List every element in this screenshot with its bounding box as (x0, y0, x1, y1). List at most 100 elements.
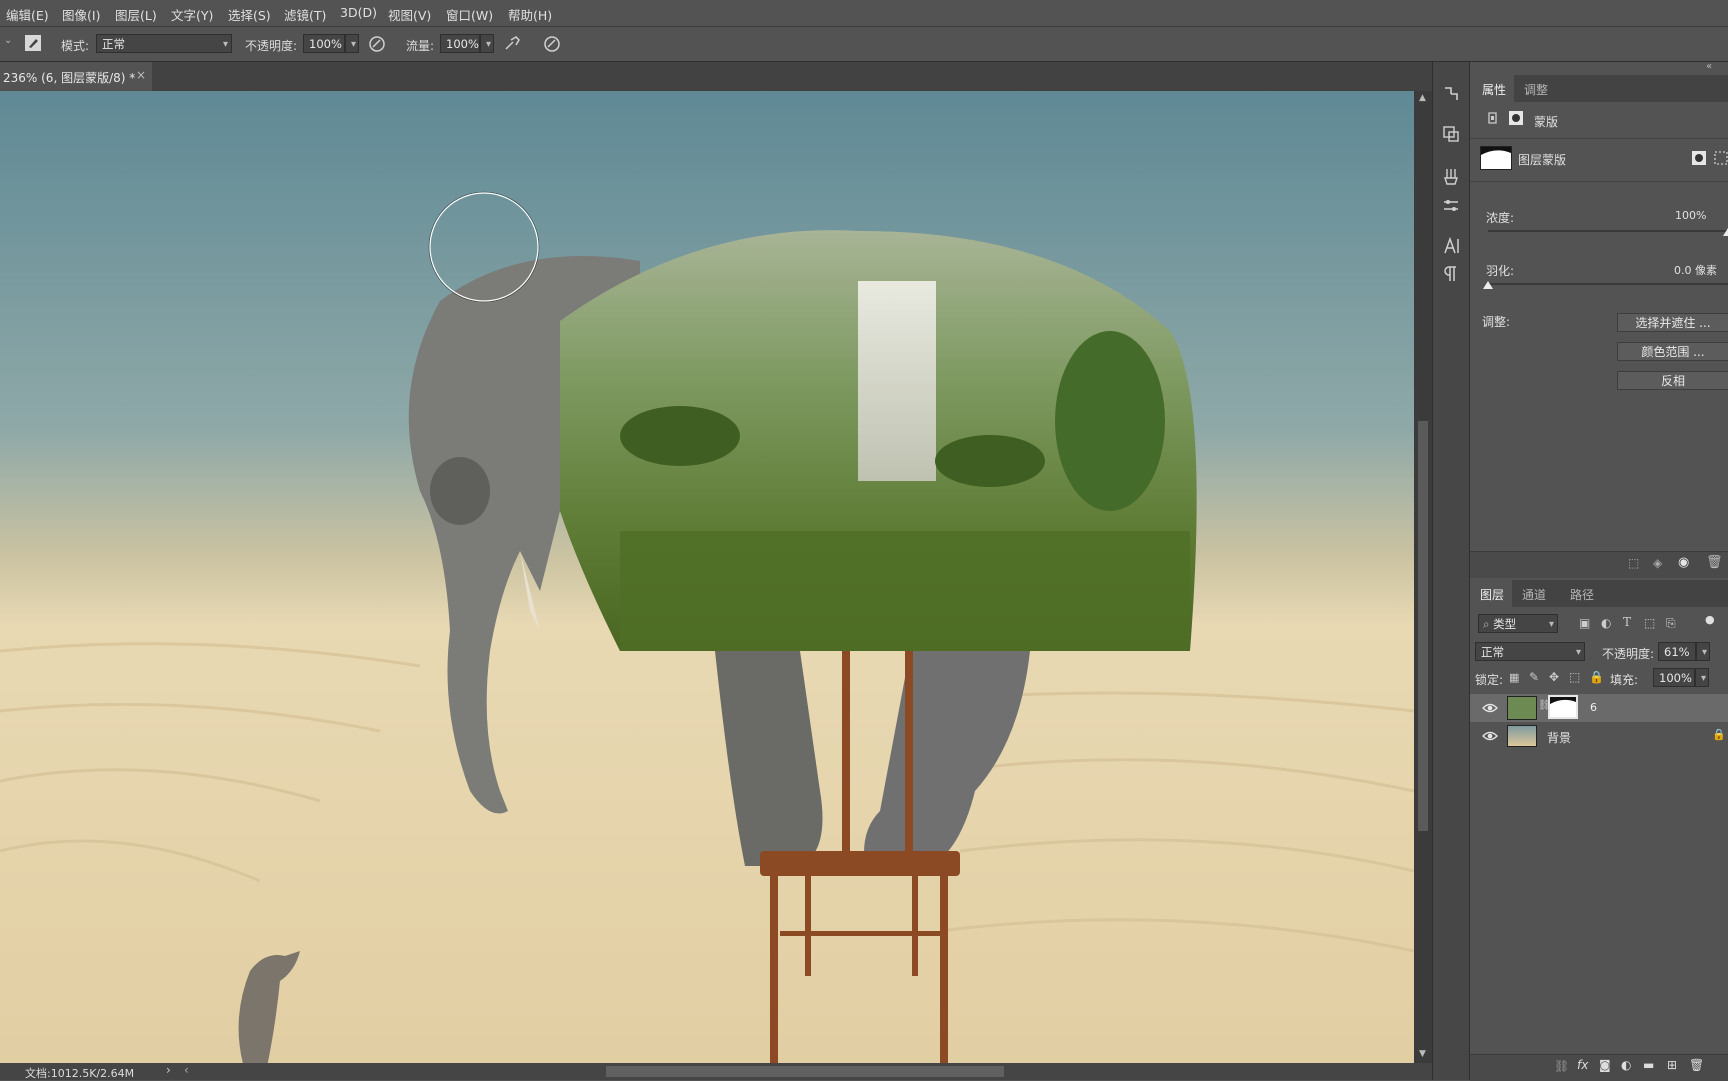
pressure-size-icon[interactable] (543, 35, 561, 53)
menu-layer[interactable]: 图层(L) (115, 5, 157, 24)
feather-slider[interactable] (1488, 283, 1728, 285)
delete-layer-icon[interactable]: 🗑 (1689, 1058, 1704, 1072)
document-tab-bar (0, 62, 1432, 91)
pixel-mask-icon[interactable] (1486, 111, 1500, 125)
tab-channels[interactable]: 通道 (1522, 586, 1546, 603)
clone-source-icon[interactable] (1441, 124, 1461, 144)
filter-adjustment-icon[interactable]: ◐ (1601, 616, 1611, 630)
lock-position-icon[interactable]: ✥ (1549, 670, 1559, 684)
load-selection-icon[interactable]: ⬚ (1628, 556, 1639, 570)
select-and-mask-button[interactable]: 选择并遮住 ... (1617, 313, 1728, 332)
document-tab[interactable]: 236% (6, 图层蒙版/8) * × (0, 62, 152, 91)
vertical-scrollbar[interactable]: ▲ ▼ (1414, 91, 1432, 1063)
lock-artboard-icon[interactable]: ⬚ (1569, 670, 1580, 684)
density-value[interactable]: 100% (1675, 209, 1706, 222)
tab-adjustments[interactable]: 调整 (1524, 81, 1548, 98)
feather-slider-knob[interactable] (1483, 281, 1493, 289)
tab-paths[interactable]: 路径 (1570, 586, 1594, 603)
lock-transparent-icon[interactable]: ▦ (1509, 671, 1519, 684)
density-slider[interactable] (1488, 230, 1728, 232)
filter-type-icon[interactable]: T (1623, 615, 1631, 629)
lock-icon: 🔒 (1712, 728, 1726, 741)
opacity-dropdown[interactable]: ▾ (345, 34, 359, 53)
collapse-panels-icon[interactable]: « (1706, 61, 1712, 72)
brush-settings-icon[interactable] (1441, 166, 1461, 186)
menu-window[interactable]: 窗口(W) (446, 5, 493, 24)
vector-mask-icon[interactable] (1713, 150, 1728, 166)
fx-icon[interactable]: fx (1577, 1058, 1588, 1072)
layer-opacity-dropdown[interactable]: ▾ (1696, 642, 1710, 661)
paragraph-icon[interactable] (1441, 264, 1461, 284)
flow-dropdown[interactable]: ▾ (480, 34, 494, 53)
menu-select[interactable]: 选择(S) (228, 5, 271, 24)
layer-mask-icon[interactable] (1508, 110, 1524, 126)
menu-edit[interactable]: 编辑(E) (6, 5, 49, 24)
properties-type-label: 蒙版 (1534, 115, 1559, 129)
menu-image[interactable]: 图像(I) (62, 5, 100, 24)
menu-view[interactable]: 视图(V) (388, 5, 431, 24)
airbrush-icon[interactable] (503, 35, 521, 53)
menu-filter[interactable]: 滤镜(T) (284, 5, 326, 24)
layer-mask-thumbnail[interactable] (1548, 695, 1578, 719)
layer-name[interactable]: 6 (1590, 701, 1597, 714)
tab-properties[interactable]: 属性 (1482, 81, 1506, 98)
menu-type[interactable]: 文字(Y) (171, 5, 213, 24)
vertical-scroll-thumb[interactable] (1418, 421, 1428, 831)
lock-all-icon[interactable]: 🔒 (1589, 670, 1604, 684)
mode-select[interactable]: 正常 ▾ (96, 34, 232, 53)
status-bar: 文档:1012.5K/2.64M › ‹ (0, 1063, 1432, 1080)
fill-dropdown[interactable]: ▾ (1695, 668, 1709, 687)
delete-mask-icon[interactable]: 🗑 (1706, 555, 1723, 570)
link-layers-icon[interactable]: ⛓ (1554, 1059, 1569, 1073)
menu-3d[interactable]: 3D(D) (340, 5, 377, 20)
layer-opacity-input[interactable]: 61% (1658, 642, 1696, 661)
blend-mode-select[interactable]: 正常 ▾ (1475, 642, 1585, 661)
toggle-mask-icon[interactable]: ◉ (1678, 555, 1689, 570)
character-icon[interactable] (1441, 236, 1461, 256)
select-mask-icon[interactable] (1691, 150, 1707, 166)
status-menu-arrow[interactable]: › (166, 1063, 171, 1077)
scroll-up-icon[interactable]: ▲ (1419, 93, 1426, 103)
invert-button[interactable]: 反相 (1617, 371, 1728, 390)
layer-name[interactable]: 背景 (1547, 729, 1571, 746)
divider (1470, 181, 1728, 182)
mask-shape (1550, 697, 1576, 704)
divider (1470, 138, 1728, 139)
apply-mask-icon[interactable]: ◈ (1653, 556, 1662, 570)
tab-layers[interactable]: 图层 (1480, 586, 1504, 603)
opacity-input[interactable]: 100% (303, 34, 345, 53)
color-range-button[interactable]: 颜色范围 ... (1617, 342, 1728, 361)
lock-pixels-icon[interactable]: ✎ (1529, 670, 1539, 684)
preset-dropdown-icon[interactable]: ⌄ (4, 35, 12, 46)
feather-value[interactable]: 0.0 像素 (1674, 262, 1717, 278)
canvas[interactable] (0, 91, 1414, 1063)
layer-filter-value: 类型 (1493, 617, 1517, 631)
group-folder-icon[interactable]: ▬ (1643, 1058, 1654, 1072)
tool-presets-icon[interactable] (1441, 196, 1461, 216)
density-slider-knob[interactable] (1723, 228, 1728, 236)
add-mask-icon[interactable]: ◙ (1599, 1058, 1611, 1072)
scroll-left-icon[interactable]: ‹ (184, 1063, 189, 1077)
close-icon[interactable]: × (136, 68, 146, 82)
fill-input[interactable]: 100% (1653, 668, 1695, 687)
scroll-down-icon[interactable]: ▼ (1419, 1049, 1426, 1059)
mask-thumbnail[interactable] (1480, 146, 1512, 170)
eye-icon[interactable] (1482, 702, 1498, 714)
layer-filter-select[interactable]: ⌕ 类型 ▾ (1478, 614, 1558, 633)
menu-bar: 编辑(E) 图像(I) 图层(L) 文字(Y) 选择(S) 滤镜(T) 3D(D… (0, 0, 1728, 27)
pressure-opacity-icon[interactable] (368, 35, 386, 53)
layer-row[interactable]: 背景 🔒 (1470, 722, 1728, 750)
new-layer-icon[interactable]: ⊞ (1667, 1058, 1677, 1072)
eye-icon[interactable] (1482, 730, 1498, 742)
flow-input[interactable]: 100% (440, 34, 480, 53)
filter-shape-icon[interactable]: ⬚ (1644, 616, 1655, 630)
layer-row[interactable]: ⛓ 6 (1470, 694, 1728, 722)
brush-preset-icon[interactable] (24, 34, 42, 52)
filter-pixel-icon[interactable]: ▣ (1579, 616, 1590, 630)
filter-smart-object-icon[interactable]: ⎘ (1666, 616, 1676, 631)
filter-toggle-icon[interactable]: ● (1705, 613, 1715, 626)
history-icon[interactable] (1441, 84, 1461, 104)
menu-help[interactable]: 帮助(H) (508, 5, 552, 24)
horizontal-scroll-thumb[interactable] (606, 1066, 1004, 1077)
adjustment-layer-icon[interactable]: ◐ (1621, 1058, 1631, 1072)
